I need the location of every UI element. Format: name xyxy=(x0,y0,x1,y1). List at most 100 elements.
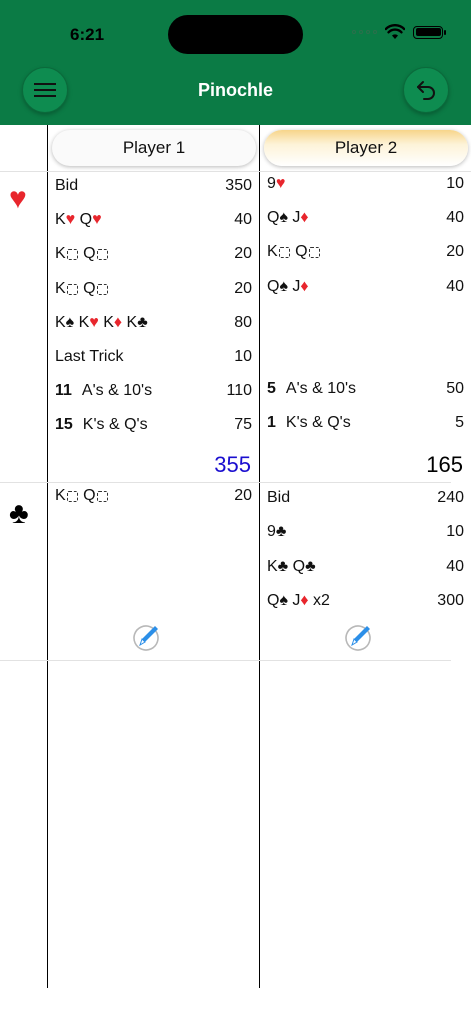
meld-text: ♠ xyxy=(279,209,288,226)
meld-row: K ♣ Q ♣ 40 xyxy=(267,555,464,579)
meld-row: 11 A's & 10's 110 xyxy=(55,379,252,403)
meld-text: K xyxy=(267,558,278,575)
meld-points: 10 xyxy=(446,175,464,192)
meld-text: ♦ xyxy=(300,278,309,295)
meld-text: 9 xyxy=(267,175,276,192)
meld-count: 11 xyxy=(55,382,72,399)
meld-text: K xyxy=(55,314,66,331)
any-suit-icon xyxy=(96,283,108,295)
meld-points: 40 xyxy=(446,558,464,575)
status-time: 6:21 xyxy=(70,25,105,44)
any-suit-icon xyxy=(66,248,78,260)
meld-text: Bid xyxy=(267,489,291,506)
meld-label: 9 ♥ xyxy=(267,175,446,193)
meld-label: 5 A's & 10's xyxy=(267,380,446,398)
meld-text: A's & 10's xyxy=(285,380,357,397)
player-1-hand-total: 355 xyxy=(214,452,251,477)
meld-text: ♠ xyxy=(65,314,75,331)
meld-label: Q ♠ J ♦ xyxy=(267,209,446,227)
player-1-header[interactable]: Player 1 xyxy=(52,130,256,166)
meld-points: 20 xyxy=(446,243,464,260)
meld-label: K ♠ K ♥ K ♦ K ♣ xyxy=(55,314,234,332)
meld-points: 40 xyxy=(446,278,464,295)
meld-row: 1 K's & Q's 5 xyxy=(267,411,464,435)
meld-row: Q ♠ J ♦ x2 300 xyxy=(267,589,464,613)
meld-points: 300 xyxy=(437,592,464,609)
meld-text: ♠ xyxy=(279,592,288,609)
meld-text: ♣ xyxy=(305,558,316,575)
meld-text: K xyxy=(267,243,278,260)
meld-label: Q ♠ J ♦ x2 xyxy=(267,592,437,610)
meld-points: 40 xyxy=(234,211,252,228)
meld-text: ♥ xyxy=(275,175,286,192)
meld-row xyxy=(267,309,464,333)
any-suit-icon xyxy=(66,490,78,502)
meld-text: K xyxy=(55,211,66,228)
edit-pencil-icon[interactable] xyxy=(343,621,375,653)
meld-text: ♣ xyxy=(137,314,148,331)
meld-row: Bid 240 xyxy=(267,486,464,510)
any-suit-icon xyxy=(308,246,320,258)
meld-text: Q xyxy=(75,211,93,228)
meld-points: 80 xyxy=(234,314,252,331)
meld-text: ♥ xyxy=(92,211,102,228)
hand-divider xyxy=(0,482,451,483)
meld-text: 9 xyxy=(267,523,276,540)
wifi-icon xyxy=(385,24,405,39)
battery-icon xyxy=(413,25,446,39)
meld-points: 50 xyxy=(446,380,464,397)
meld-row: 5 A's & 10's 50 xyxy=(267,377,464,401)
meld-text: ♦ xyxy=(300,209,309,226)
meld-text: Q xyxy=(78,487,96,504)
meld-text: x2 xyxy=(308,592,330,609)
meld-row: Q ♠ J ♦ 40 xyxy=(267,275,464,299)
meld-row: Bid 350 xyxy=(55,174,252,198)
status-icons xyxy=(352,24,446,40)
hand-divider xyxy=(0,660,451,661)
meld-points: 20 xyxy=(234,487,252,504)
meld-points: 75 xyxy=(234,416,252,433)
meld-label: Bid xyxy=(267,489,437,507)
column-divider xyxy=(259,125,260,988)
meld-count: 15 xyxy=(55,416,73,433)
meld-text: Q xyxy=(267,278,280,295)
undo-arrow-icon xyxy=(417,81,435,100)
meld-text: J xyxy=(287,209,301,226)
meld-text: J xyxy=(287,592,301,609)
meld-text: K's & Q's xyxy=(82,416,148,433)
meld-text: Q xyxy=(288,558,306,575)
meld-text: K xyxy=(55,280,66,297)
meld-points: 20 xyxy=(234,245,252,262)
meld-row: K Q 20 xyxy=(55,277,252,301)
meld-row: Q ♠ J ♦ 40 xyxy=(267,206,464,230)
meld-text: ♥ xyxy=(89,314,99,331)
meld-text: ♦ xyxy=(113,314,123,331)
meld-text: ♥ xyxy=(65,211,76,228)
meld-text: Q xyxy=(78,245,96,262)
meld-text: Bid xyxy=(55,177,79,194)
meld-label: K Q xyxy=(55,245,234,263)
meld-label: K Q xyxy=(55,487,234,505)
meld-label: Q ♠ J ♦ xyxy=(267,278,446,296)
meld-text: Q xyxy=(78,280,96,297)
player-2-header[interactable]: Player 2 xyxy=(264,130,468,166)
edit-pencil-icon[interactable] xyxy=(131,621,163,653)
meld-text: Q xyxy=(267,592,280,609)
meld-text: ♣ xyxy=(275,523,287,540)
meld-text: Last Trick xyxy=(55,348,124,365)
any-suit-icon xyxy=(278,246,290,258)
meld-row: 9 ♣ 10 xyxy=(267,520,464,544)
meld-row: K ♥ Q ♥ 40 xyxy=(55,208,252,232)
meld-label: Bid xyxy=(55,177,225,195)
meld-label: 15 K's & Q's xyxy=(55,416,234,434)
meld-text: K xyxy=(55,487,66,504)
meld-row: K Q 20 xyxy=(267,240,464,264)
meld-points: 40 xyxy=(446,209,464,226)
undo-button[interactable] xyxy=(403,67,449,113)
trump-suit-clubs: ♣ xyxy=(9,497,29,530)
meld-label: Last Trick xyxy=(55,348,234,366)
meld-row: K Q 20 xyxy=(55,242,252,266)
meld-label: 9 ♣ xyxy=(267,523,446,541)
meld-text: ♠ xyxy=(279,278,288,295)
meld-label: K ♥ Q ♥ xyxy=(55,211,234,229)
